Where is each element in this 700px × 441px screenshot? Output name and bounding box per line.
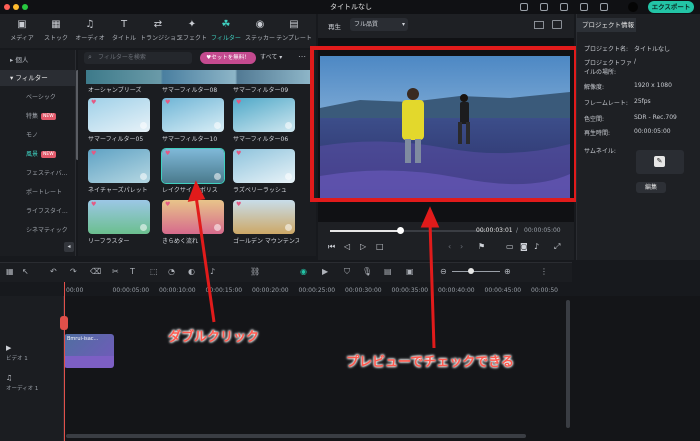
arrowhead: [420, 206, 440, 228]
sidebar-item-6[interactable]: ライフスタイ...: [0, 204, 76, 220]
new-badge: NEW: [41, 113, 56, 120]
sidebar-item-0[interactable]: ベーシック: [0, 90, 76, 106]
sidebar-item-7[interactable]: シネマティック: [0, 223, 76, 239]
arrowhead: [187, 180, 206, 202]
arrow-to-thumbnail: [194, 195, 216, 323]
sidebar-item-4[interactable]: フェスティバ...: [0, 166, 76, 182]
sidebar-item-2[interactable]: モノ: [0, 128, 76, 144]
annotation-arrows: [187, 180, 440, 349]
sidebar-item-1[interactable]: 特集 NEW: [0, 109, 76, 125]
new-badge: NEW: [41, 151, 56, 158]
arrow-to-preview: [428, 221, 436, 349]
sidebar-item-5[interactable]: ポートレート: [0, 185, 76, 201]
sidebar-item-3[interactable]: 風景 NEW: [0, 147, 76, 163]
